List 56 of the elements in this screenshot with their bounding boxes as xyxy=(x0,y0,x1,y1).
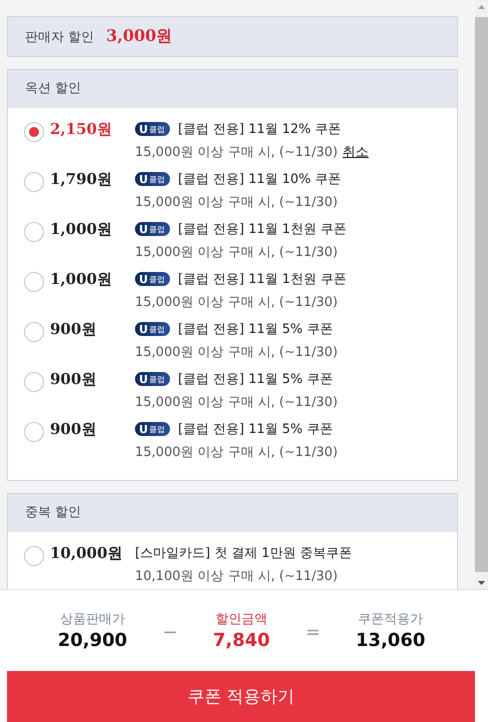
coupon-title: [클럽 전용] 11월 1천원 쿠폰 xyxy=(178,271,346,288)
coupon-condition: 15,000원 이상 구매 시, (~11/30) xyxy=(135,445,338,460)
seller-discount-amount: 3,000원 xyxy=(106,26,172,47)
coupon-condition: 15,000원 이상 구매 시, (~11/30) xyxy=(135,295,338,310)
club-badge: U 클럽 xyxy=(135,172,170,186)
radio-button[interactable] xyxy=(24,122,44,142)
coupon-condition: 15,000원 이상 구매 시, (~11/30) xyxy=(135,245,338,260)
summary-label: 쿠폰적용가 xyxy=(358,610,424,628)
coupon-price: 2,150원 xyxy=(49,120,113,139)
coupon-condition: 15,000원 이상 구매 시, (~11/30) xyxy=(135,145,338,160)
club-badge: U 클럽 xyxy=(135,122,170,136)
club-badge: U 클럽 xyxy=(135,222,170,236)
club-badge: U 클럽 xyxy=(135,372,170,386)
coupon-condition: 10,100원 이상 구매 시, (~11/30) xyxy=(135,569,338,584)
radio-button[interactable] xyxy=(24,322,44,342)
summary-value: 20,900 xyxy=(58,630,128,650)
summary-value: 13,060 xyxy=(356,630,426,650)
scroll-up-icon[interactable] xyxy=(478,5,485,9)
coupon-price: 900원 xyxy=(49,370,98,389)
coupon-title: [스마일카드] 첫 결제 1만원 중복쿠폰 xyxy=(135,545,352,562)
radio-button[interactable] xyxy=(24,372,44,392)
operator-sign: − xyxy=(162,622,178,642)
section-header: 옥션 할인 xyxy=(8,70,457,108)
coupon-condition: 15,000원 이상 구매 시, (~11/30) xyxy=(135,345,338,360)
operator-sign: = xyxy=(305,622,320,642)
coupon-price: 900원 xyxy=(49,420,98,439)
seller-discount-label: 판매자 할인 xyxy=(25,28,94,46)
coupon-condition: 15,000원 이상 구매 시, (~11/30) xyxy=(135,395,338,410)
coupon-title: [클럽 전용] 11월 5% 쿠폰 xyxy=(178,371,333,388)
summary-label: 할인금액 xyxy=(215,610,268,628)
coupon-title: [클럽 전용] 11월 12% 쿠폰 xyxy=(178,121,342,138)
radio-button[interactable] xyxy=(24,422,44,442)
radio-button[interactable] xyxy=(24,172,44,192)
coupon-title: [클럽 전용] 11월 10% 쿠폰 xyxy=(178,171,342,188)
club-badge: U 클럽 xyxy=(135,272,170,286)
club-badge: U 클럽 xyxy=(135,322,170,336)
radio-button[interactable] xyxy=(24,222,44,242)
coupon-price: 900원 xyxy=(49,320,98,339)
coupon-condition: 15,000원 이상 구매 시, (~11/30) xyxy=(135,195,338,210)
coupon-price: 10,000원 xyxy=(49,544,124,563)
coupon-price: 1,000원 xyxy=(49,270,113,289)
coupon-price: 1,000원 xyxy=(49,220,113,239)
summary-value: 7,840 xyxy=(213,630,270,650)
apply-coupon-button[interactable]: 쿠폰 적용하기 xyxy=(7,671,475,722)
cancel-link[interactable]: 취소 xyxy=(342,145,369,160)
radio-button[interactable] xyxy=(24,272,44,292)
coupon-title: [클럽 전용] 11월 1천원 쿠폰 xyxy=(178,221,346,238)
radio-button[interactable] xyxy=(24,546,44,566)
coupon-title: [클럽 전용] 11월 5% 쿠폰 xyxy=(178,421,333,438)
scroll-down-icon[interactable] xyxy=(478,581,485,585)
club-badge: U 클럽 xyxy=(135,422,170,436)
section-header: 중복 할인 xyxy=(8,494,457,532)
coupon-title: [클럽 전용] 11월 5% 쿠폰 xyxy=(178,321,333,338)
coupon-price: 1,790원 xyxy=(49,170,113,189)
summary-label: 상품판매가 xyxy=(60,610,125,628)
scrollbar[interactable] xyxy=(475,0,488,589)
